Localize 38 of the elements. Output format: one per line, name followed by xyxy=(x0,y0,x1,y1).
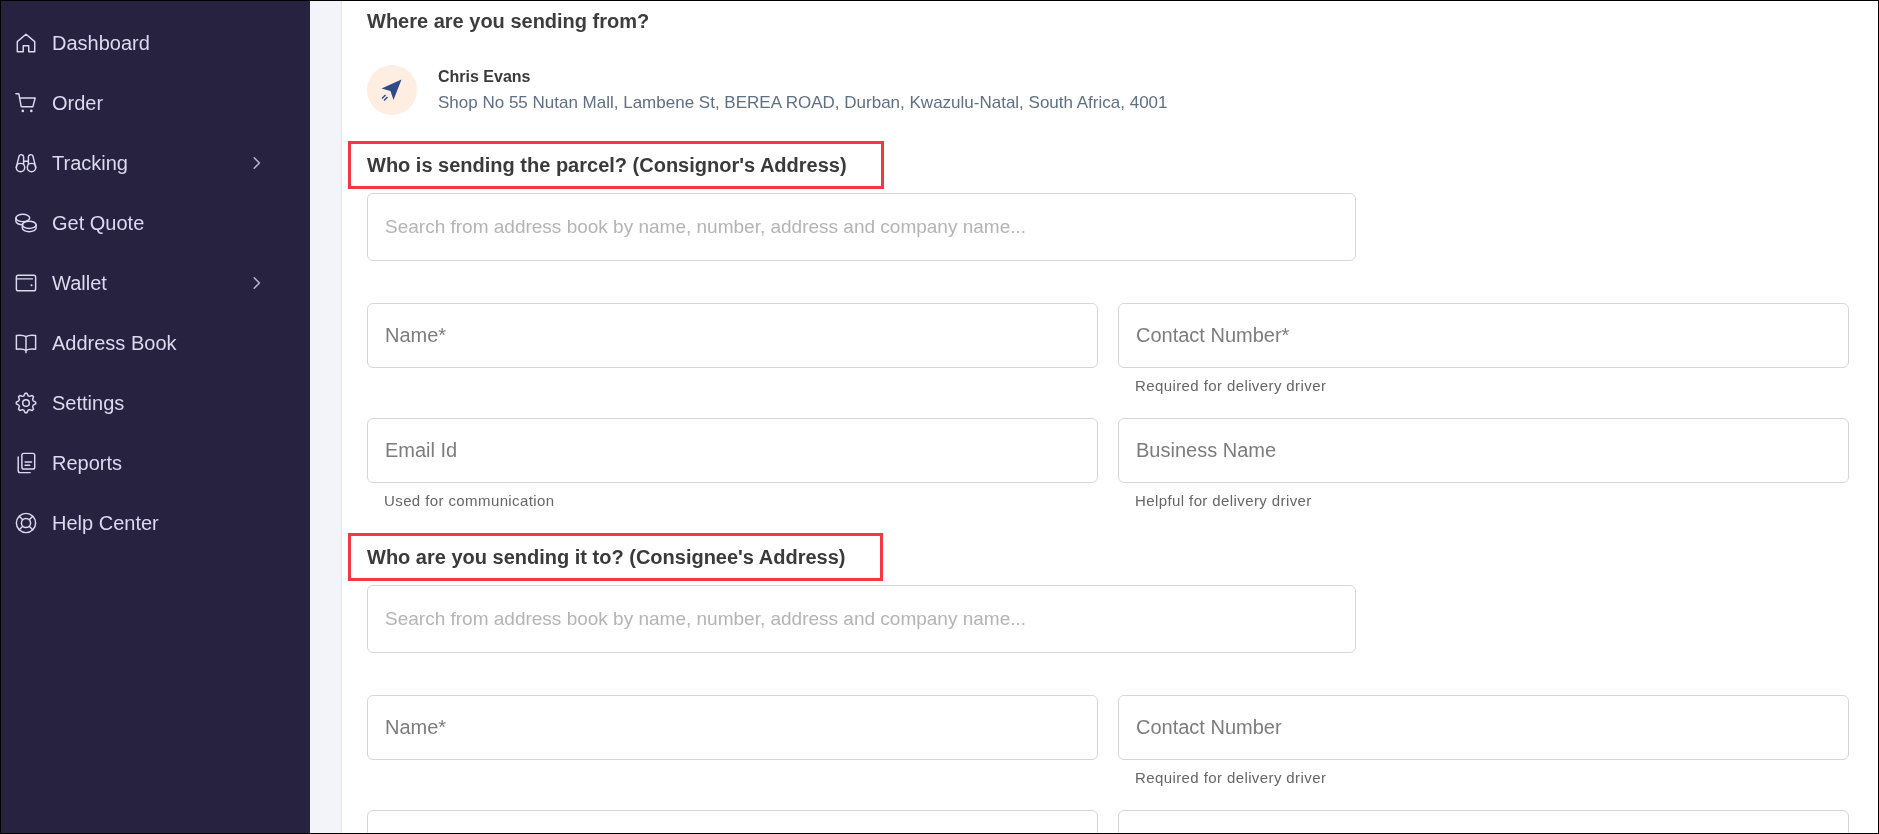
paper-plane-icon xyxy=(367,65,417,115)
sidebar-item[interactable]: Order xyxy=(1,73,310,133)
book-icon xyxy=(15,332,37,354)
input-field[interactable]: Name* xyxy=(367,695,1098,760)
chevron-right-icon xyxy=(253,276,261,290)
field-hint: Required for delivery driver xyxy=(1134,770,1327,786)
documents-icon xyxy=(15,452,37,474)
coins-icon xyxy=(15,212,37,234)
gear-icon xyxy=(15,392,37,414)
sidebar-item[interactable]: Address Book xyxy=(1,313,310,373)
sidebar-item[interactable]: Wallet xyxy=(1,253,310,313)
home-icon xyxy=(15,32,37,54)
sidebar-item[interactable]: Help Center xyxy=(1,493,310,553)
sidebar-item[interactable]: Tracking xyxy=(1,133,310,193)
section-heading: Who is sending the parcel? (Consignor's Address) xyxy=(367,153,847,177)
lifebuoy-icon xyxy=(15,512,37,534)
input-field[interactable]: Name* xyxy=(367,303,1098,368)
wallet-icon xyxy=(15,272,37,294)
sidebar-item[interactable]: Dashboard xyxy=(1,13,310,73)
input-field[interactable]: Contact Number xyxy=(1118,695,1849,760)
cart-icon xyxy=(15,92,37,114)
sidebar-item[interactable]: Reports xyxy=(1,433,310,493)
field-hint: Required for delivery driver xyxy=(1134,378,1327,394)
field-hint: Helpful for delivery driver xyxy=(1134,493,1312,509)
sidebar-item[interactable]: Settings xyxy=(1,373,310,433)
input-field[interactable]: Email Id xyxy=(367,418,1098,483)
section-heading: Who are you sending it to? (Consignee's Address) xyxy=(367,545,846,569)
binoculars-icon xyxy=(15,152,37,174)
search-field[interactable]: Search from address book by name, number, address and company name... xyxy=(367,585,1356,653)
field-hint: Used for communication xyxy=(383,493,555,509)
search-field[interactable]: Search from address book by name, number, address and company name... xyxy=(367,193,1356,261)
sender-address: Shop No 55 Nutan Mall, Lambene St, BEREA ROAD, Durban, Kwazulu-Natal, South Africa, 4001 xyxy=(438,92,1168,114)
input-field[interactable]: Business Name xyxy=(1118,418,1849,483)
chevron-right-icon xyxy=(253,156,261,170)
sender-name: Chris Evans xyxy=(438,67,532,87)
page-heading: Where are you sending from? xyxy=(367,9,651,34)
sidebar-item[interactable]: Get Quote xyxy=(1,193,310,253)
input-field[interactable]: Contact Number* xyxy=(1118,303,1849,368)
